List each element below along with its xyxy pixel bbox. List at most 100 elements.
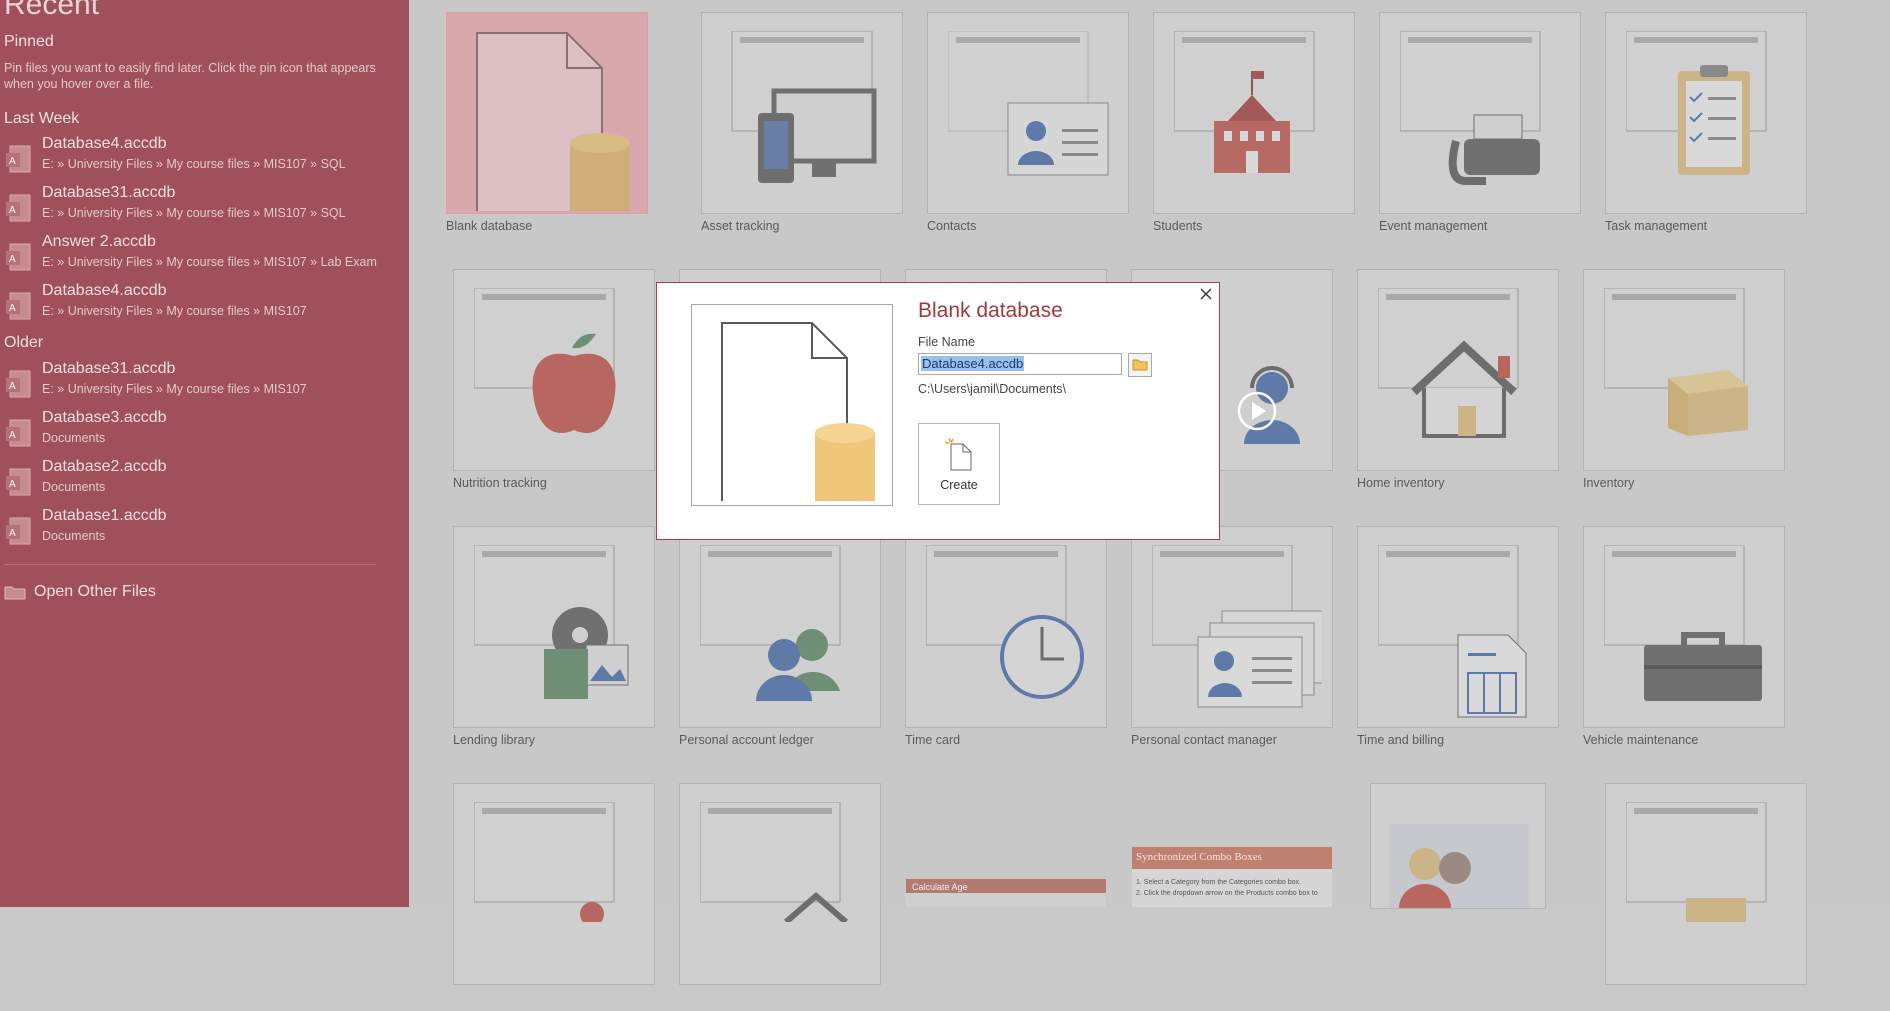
template-label: Inventory — [1583, 476, 1635, 490]
template-vehicle-maintenance[interactable]: Vehicle maintenance — [1583, 526, 1785, 754]
template-thumbnail — [1131, 526, 1333, 728]
svg-text:A: A — [9, 381, 16, 392]
template-label: Asset tracking — [701, 219, 780, 233]
template-label: Personal contact manager — [1131, 733, 1277, 747]
template-thumbnail — [1379, 12, 1581, 214]
open-other-files-label: Open Other Files — [34, 583, 156, 600]
recent-file-name: Answer 2.accdb — [42, 233, 156, 250]
file-name-input[interactable]: Database4.accdb — [918, 353, 1122, 375]
template-label: Contacts — [927, 219, 977, 233]
recent-file-path: E: » University Files » My course files … — [42, 255, 377, 269]
phone-icon — [1400, 31, 1541, 185]
template-label: Vehicle maintenance — [1583, 733, 1699, 747]
template-home-inventory[interactable]: Home inventory — [1357, 269, 1559, 497]
access-file-icon: A — [6, 194, 31, 222]
template-event-management[interactable]: Event management — [1379, 12, 1581, 240]
svg-text:A: A — [9, 528, 16, 539]
people-photo-icon — [1389, 824, 1529, 908]
svg-text:A: A — [9, 479, 16, 490]
template-label: Time card — [905, 733, 961, 747]
template-label: Nutrition tracking — [453, 476, 547, 490]
recent-file-name: Database4.accdb — [42, 282, 167, 299]
template-nutrition-tracking[interactable]: Nutrition tracking — [453, 269, 655, 497]
create-button[interactable]: Create — [918, 423, 1000, 505]
recent-file-name: Database1.accdb — [42, 507, 167, 524]
box-icon — [1604, 288, 1748, 436]
access-file-icon: A — [6, 419, 31, 447]
template-task-management[interactable]: Task management — [1605, 12, 1807, 240]
template-thumbnail — [1357, 526, 1559, 728]
computer-icon — [731, 31, 877, 183]
recent-file-item[interactable]: A Database4.accdb E: » University Files … — [0, 133, 400, 179]
stacked-cards-icon — [1152, 545, 1322, 708]
template-thumbnail — [679, 783, 881, 985]
sync-combo-step2: 2. Click the dropdown arrow on the Produ… — [1136, 890, 1318, 897]
recent-file-name: Database31.accdb — [42, 360, 176, 377]
invoice-icon — [1378, 545, 1527, 718]
recent-file-path: E: » University Files » My course files … — [42, 304, 307, 318]
recent-file-item[interactable]: A Database3.accdb Documents — [0, 407, 400, 453]
save-path: C:\Users\jamil\Documents\ — [918, 382, 1066, 396]
template-inventory[interactable]: Inventory — [1583, 269, 1785, 497]
template-blank-database[interactable]: Blank database — [446, 12, 648, 240]
recent-file-item[interactable]: A Answer 2.accdb E: » University Files »… — [0, 231, 400, 277]
toolbox-icon — [1604, 545, 1762, 701]
template-label: Home inventory — [1357, 476, 1445, 490]
template-thumbnail — [453, 269, 655, 471]
template-asset-tracking[interactable]: Asset tracking — [701, 12, 903, 240]
template-row4-6[interactable] — [1605, 783, 1807, 1011]
recent-file-name: Database4.accdb — [42, 135, 167, 152]
recent-pane: Recent Pinned Pin files you want to easi… — [0, 0, 409, 907]
access-file-icon: A — [6, 468, 31, 496]
recent-file-item[interactable]: A Database31.accdb E: » University Files… — [0, 358, 400, 404]
template-label: Event management — [1379, 219, 1488, 233]
recent-file-item[interactable]: A Database1.accdb Documents — [0, 505, 400, 551]
folder-icon — [1132, 359, 1148, 371]
template-row4-1[interactable] — [453, 783, 655, 1011]
svg-text:A: A — [9, 430, 16, 441]
template-label: Blank database — [446, 219, 533, 233]
clock-icon — [926, 545, 1084, 699]
template-personal-contact-manager[interactable]: Personal contact manager — [1131, 526, 1333, 754]
template-row4-5[interactable] — [1370, 783, 1546, 909]
template-label: Time and billing — [1357, 733, 1445, 747]
access-file-icon: A — [6, 243, 31, 271]
template-lending-library[interactable]: Lending library — [453, 526, 655, 754]
recent-file-name: Database3.accdb — [42, 409, 167, 426]
pinned-heading: Pinned — [4, 33, 54, 50]
recent-file-name: Database31.accdb — [42, 184, 176, 201]
svg-text:A: A — [9, 156, 16, 167]
file-name-value: Database4.accdb — [921, 356, 1025, 371]
template-row4-2[interactable] — [679, 783, 881, 1011]
close-icon[interactable] — [1199, 287, 1213, 301]
play-video-icon[interactable] — [1237, 391, 1277, 431]
template-thumbnail — [1605, 12, 1807, 214]
new-file-icon — [945, 438, 972, 471]
template-thumbnail — [1583, 269, 1785, 471]
sync-combo-template[interactable]: Synchronized Combo Boxes 1. Select a Cat… — [1132, 847, 1332, 907]
recent-file-item[interactable]: A Database31.accdb E: » University Files… — [0, 182, 400, 228]
blank-database-icon — [721, 322, 875, 501]
template-label: Personal account ledger — [679, 733, 814, 747]
apple-icon — [474, 288, 616, 434]
table-doc-icon — [474, 802, 615, 922]
browse-folder-button[interactable] — [1128, 353, 1152, 377]
access-file-icon: A — [6, 145, 31, 173]
template-thumbnail — [701, 12, 903, 214]
access-file-icon: A — [6, 370, 31, 398]
calculate-age-banner[interactable]: Calculate Age — [906, 879, 1106, 907]
template-personal-account-ledger[interactable]: Personal account ledger — [679, 526, 881, 754]
access-file-icon: A — [6, 292, 31, 320]
template-label: Lending library — [453, 733, 535, 747]
people-icon — [700, 545, 841, 701]
template-time-card[interactable]: Time card — [905, 526, 1107, 754]
template-time-and-billing[interactable]: Time and billing — [1357, 526, 1559, 754]
svg-text:A: A — [9, 303, 16, 314]
recent-file-path: E: » University Files » My course files … — [42, 157, 346, 171]
create-label: Create — [940, 478, 978, 492]
template-students[interactable]: Students — [1153, 12, 1355, 240]
template-contacts[interactable]: Contacts — [927, 12, 1129, 240]
recent-file-item[interactable]: A Database2.accdb Documents — [0, 456, 400, 502]
recent-file-path: Documents — [42, 431, 106, 445]
recent-file-item[interactable]: A Database4.accdb E: » University Files … — [0, 280, 400, 326]
